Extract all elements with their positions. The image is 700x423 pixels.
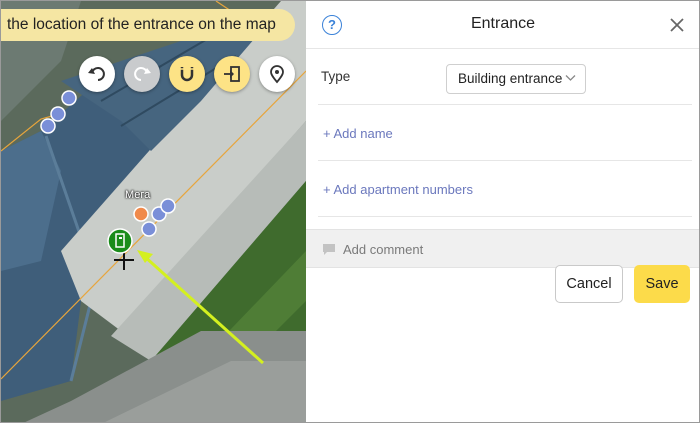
magnet-button[interactable]	[169, 56, 205, 92]
cancel-button[interactable]: Cancel	[555, 265, 623, 303]
comment-icon	[323, 244, 335, 255]
entrance-panel: ? Entrance Type Building entrance + Add …	[306, 1, 699, 422]
type-row: Type Building entrance	[318, 49, 692, 105]
undo-icon	[88, 67, 105, 81]
type-select[interactable]: Building entrance	[446, 64, 586, 94]
panel-header: ? Entrance	[306, 1, 699, 49]
add-name-row: + Add name	[318, 105, 692, 161]
map-view[interactable]: the location of the entrance on the map	[1, 1, 306, 422]
redo-button[interactable]	[124, 56, 160, 92]
add-apartments-link[interactable]: + Add apartment numbers	[323, 182, 473, 197]
app-window: the location of the entrance on the map	[0, 0, 700, 423]
location-pin-button[interactable]	[259, 56, 295, 92]
comment-field[interactable]: Add comment	[306, 229, 699, 268]
magnet-icon	[180, 67, 194, 82]
entrance-icon	[224, 66, 240, 82]
comment-placeholder: Add comment	[343, 242, 424, 257]
type-label: Type	[321, 69, 351, 84]
panel-title: Entrance	[470, 15, 536, 32]
undo-button[interactable]	[79, 56, 115, 92]
redo-icon	[134, 67, 151, 81]
chevron-down-icon	[565, 75, 576, 81]
save-button[interactable]: Save	[634, 265, 690, 303]
add-name-link[interactable]: + Add name	[323, 126, 393, 141]
map-hint-banner: the location of the entrance on the map	[1, 9, 295, 41]
entrance-marker-icon[interactable]	[107, 228, 133, 254]
entrance-button[interactable]	[214, 56, 250, 92]
location-pin-icon	[270, 65, 284, 84]
add-apartments-row: + Add apartment numbers	[318, 161, 692, 217]
close-icon[interactable]	[668, 16, 686, 34]
poi-label: Мега	[125, 189, 151, 201]
type-select-value: Building entrance	[458, 71, 563, 86]
